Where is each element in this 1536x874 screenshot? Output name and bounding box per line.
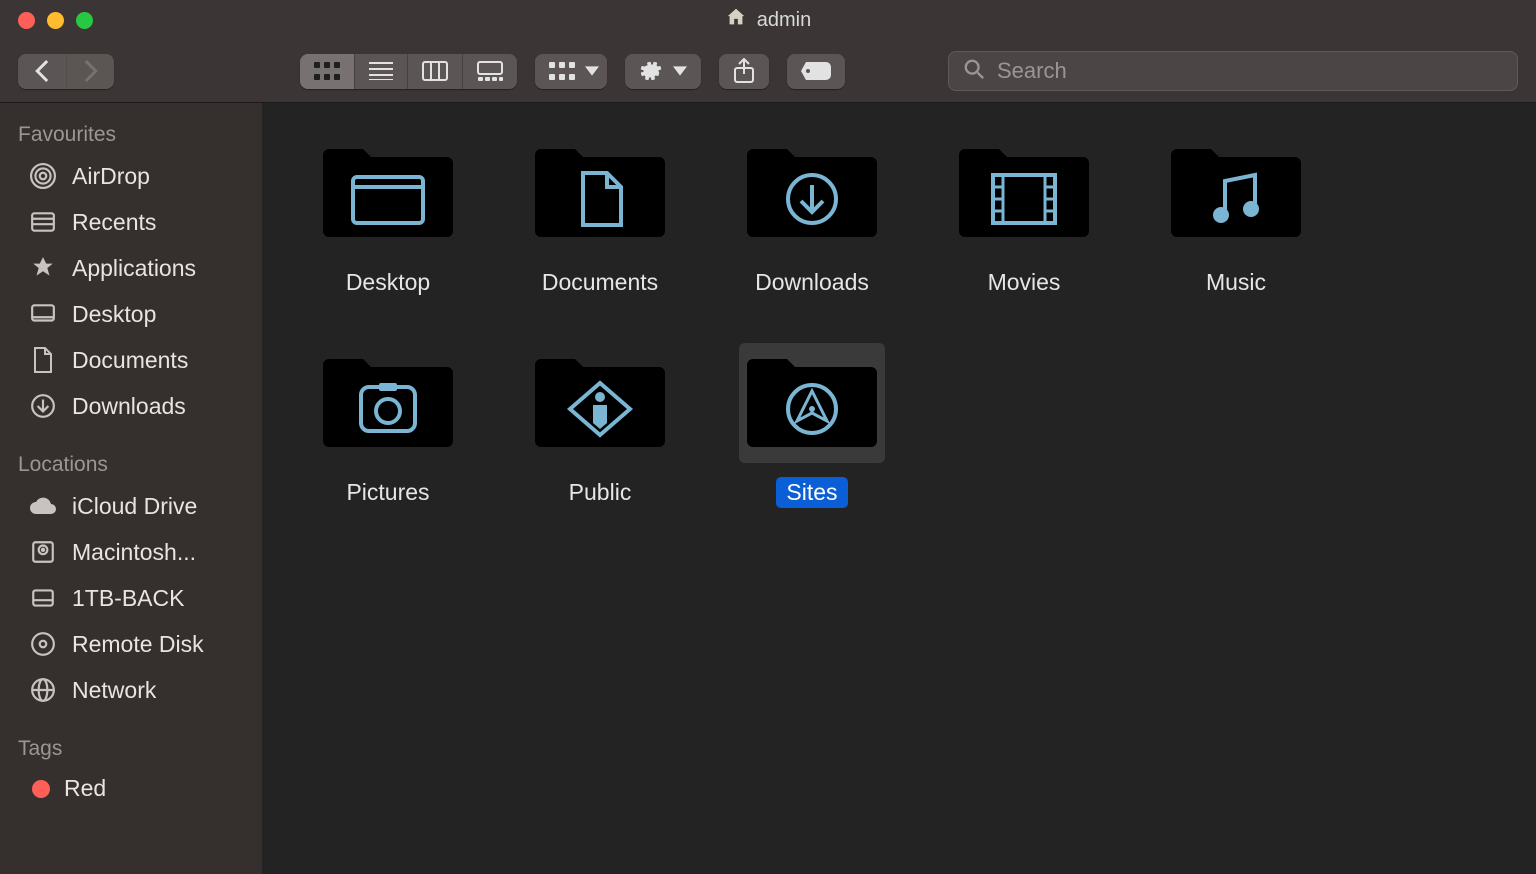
sidebar-item-label: Network	[72, 677, 156, 704]
sidebar-item-label: iCloud Drive	[72, 493, 197, 520]
folder-movies[interactable]: Movies	[918, 129, 1130, 329]
action-menu-button[interactable]	[625, 54, 701, 89]
search-input[interactable]	[997, 58, 1503, 84]
hdd-icon	[28, 537, 58, 567]
folder-label: Public	[559, 477, 642, 508]
airdrop-icon	[28, 161, 58, 191]
icloud-icon	[28, 491, 58, 521]
tags-group	[787, 54, 845, 89]
folder-sites[interactable]: Sites	[706, 339, 918, 539]
sidebar-item-icloud[interactable]: iCloud Drive	[0, 483, 262, 529]
folder-icon	[527, 343, 673, 463]
external-drive-icon	[28, 583, 58, 613]
folder-icon	[1163, 133, 1309, 253]
sidebar-item-1tb-back[interactable]: 1TB-BACK	[0, 575, 262, 621]
folder-icon	[739, 133, 885, 253]
sidebar-item-airdrop[interactable]: AirDrop	[0, 153, 262, 199]
sidebar-item-applications[interactable]: Applications	[0, 245, 262, 291]
sidebar-item-tag-red[interactable]: Red	[0, 767, 262, 810]
sidebar-item-label: Red	[64, 775, 106, 802]
arrange-button[interactable]	[535, 54, 607, 89]
titlebar: admin	[0, 0, 1536, 40]
icon-view-button[interactable]	[300, 54, 354, 89]
forward-button[interactable]	[66, 54, 114, 89]
disc-icon	[28, 629, 58, 659]
close-window-button[interactable]	[18, 12, 35, 29]
share-group	[719, 54, 769, 89]
folder-label: Music	[1196, 267, 1276, 298]
sidebar-item-network[interactable]: Network	[0, 667, 262, 713]
applications-icon	[28, 253, 58, 283]
finder-window: admin	[0, 0, 1536, 874]
sidebar-item-label: Recents	[72, 209, 156, 236]
arrange-group	[535, 54, 607, 89]
downloads-icon	[28, 391, 58, 421]
window-title-text: admin	[757, 9, 811, 32]
folder-icon	[527, 133, 673, 253]
list-view-button[interactable]	[354, 54, 407, 89]
folder-label: Documents	[532, 267, 668, 298]
nav-group	[18, 54, 114, 89]
edit-tags-button[interactable]	[787, 54, 845, 89]
sidebar-item-label: Desktop	[72, 301, 156, 328]
sidebar-header-favourites: Favourites	[0, 117, 262, 153]
search-icon	[963, 58, 985, 85]
content-area[interactable]: Desktop Documents Downloads Movies	[262, 103, 1536, 874]
folder-music[interactable]: Music	[1130, 129, 1342, 329]
sidebar-item-documents[interactable]: Documents	[0, 337, 262, 383]
sidebar-item-label: AirDrop	[72, 163, 150, 190]
sidebar-header-tags: Tags	[0, 731, 262, 767]
sidebar-item-label: 1TB-BACK	[72, 585, 184, 612]
share-button[interactable]	[719, 54, 769, 89]
folder-icon	[315, 343, 461, 463]
search-field[interactable]	[948, 51, 1518, 91]
folder-icon	[315, 133, 461, 253]
folder-icon	[739, 343, 885, 463]
tag-red-icon	[32, 780, 50, 798]
icon-grid: Desktop Documents Downloads Movies	[282, 129, 1516, 539]
main-body: Favourites AirDrop Recents Applications …	[0, 103, 1536, 874]
sidebar-item-downloads[interactable]: Downloads	[0, 383, 262, 429]
sidebar-item-recents[interactable]: Recents	[0, 199, 262, 245]
folder-downloads[interactable]: Downloads	[706, 129, 918, 329]
recents-icon	[28, 207, 58, 237]
folder-documents[interactable]: Documents	[494, 129, 706, 329]
network-icon	[28, 675, 58, 705]
documents-icon	[28, 345, 58, 375]
gallery-view-button[interactable]	[462, 54, 517, 89]
home-icon	[725, 6, 747, 34]
sidebar-item-label: Remote Disk	[72, 631, 204, 658]
desktop-icon	[28, 299, 58, 329]
sidebar-item-macintosh-hd[interactable]: Macintosh...	[0, 529, 262, 575]
sidebar-item-desktop[interactable]: Desktop	[0, 291, 262, 337]
back-button[interactable]	[18, 54, 66, 89]
view-group	[300, 54, 517, 89]
folder-pictures[interactable]: Pictures	[282, 339, 494, 539]
folder-label: Downloads	[745, 267, 879, 298]
sidebar-item-label: Macintosh...	[72, 539, 196, 566]
sidebar-item-label: Applications	[72, 255, 196, 282]
sidebar-item-label: Documents	[72, 347, 188, 374]
folder-label: Movies	[978, 267, 1071, 298]
folder-public[interactable]: Public	[494, 339, 706, 539]
column-view-button[interactable]	[407, 54, 462, 89]
window-title: admin	[0, 6, 1536, 34]
folder-label: Desktop	[336, 267, 440, 298]
folder-label: Pictures	[336, 477, 439, 508]
zoom-window-button[interactable]	[76, 12, 93, 29]
action-group	[625, 54, 701, 89]
toolbar	[0, 40, 1536, 103]
folder-desktop[interactable]: Desktop	[282, 129, 494, 329]
sidebar-item-label: Downloads	[72, 393, 186, 420]
sidebar-item-remote-disk[interactable]: Remote Disk	[0, 621, 262, 667]
window-controls	[0, 12, 93, 29]
minimize-window-button[interactable]	[47, 12, 64, 29]
folder-label: Sites	[776, 477, 847, 508]
sidebar-header-locations: Locations	[0, 447, 262, 483]
folder-icon	[951, 133, 1097, 253]
sidebar: Favourites AirDrop Recents Applications …	[0, 103, 262, 874]
